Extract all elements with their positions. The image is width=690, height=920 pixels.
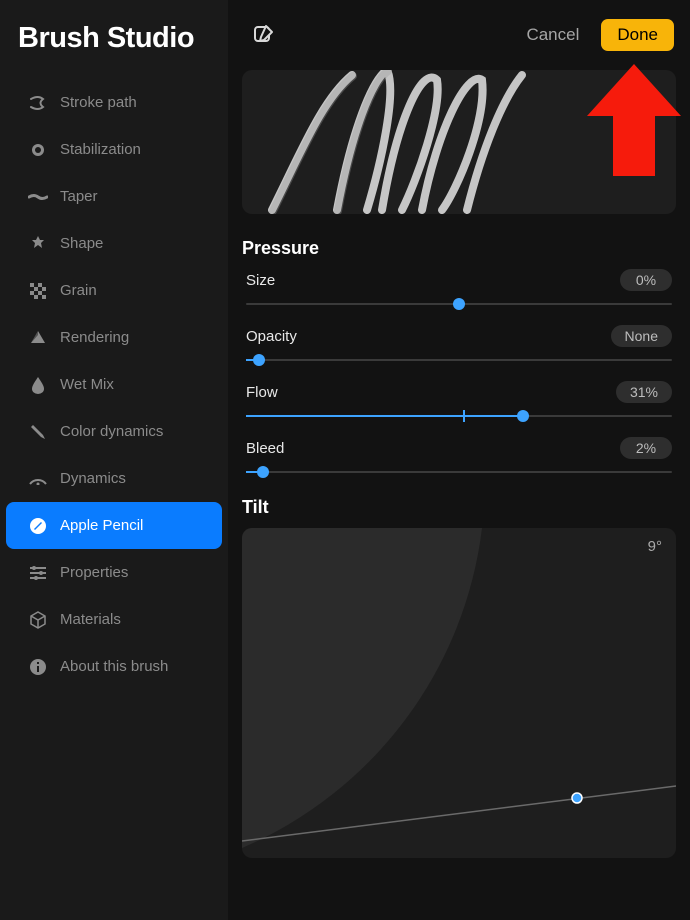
apple-pencil-icon [28, 516, 48, 536]
slider-size[interactable]: Size 0% [242, 269, 676, 305]
sidebar-item-label: Stabilization [60, 141, 141, 158]
slider-value: 0% [620, 269, 672, 291]
tilt-title: Tilt [242, 497, 676, 518]
topbar: Cancel Done [242, 0, 676, 70]
sidebar-item-dynamics[interactable]: Dynamics [6, 455, 222, 502]
stabilization-icon [28, 140, 48, 160]
tilt-graph[interactable]: 9° [242, 528, 676, 858]
main-panel: Cancel Done Pressure Size 0% [228, 0, 690, 920]
wet-mix-icon [28, 375, 48, 395]
sidebar-item-stroke-path[interactable]: Stroke path [6, 79, 222, 126]
sidebar-item-label: About this brush [60, 658, 168, 675]
sidebar-item-label: Color dynamics [60, 423, 163, 440]
sidebar-item-properties[interactable]: Properties [6, 549, 222, 596]
sidebar-item-about[interactable]: About this brush [6, 643, 222, 690]
dynamics-icon [28, 469, 48, 489]
sidebar-item-label: Dynamics [60, 470, 126, 487]
sidebar-item-label: Taper [60, 188, 98, 205]
sidebar-item-color-dynamics[interactable]: Color dynamics [6, 408, 222, 455]
sidebar-item-label: Wet Mix [60, 376, 114, 393]
brush-preview [242, 70, 676, 214]
sidebar-item-label: Apple Pencil [60, 517, 143, 534]
slider-label: Bleed [246, 440, 284, 457]
stroke-path-icon [28, 93, 48, 113]
properties-icon [28, 563, 48, 583]
sidebar: Brush Studio Stroke path Stabilization T… [0, 0, 228, 920]
sidebar-item-wet-mix[interactable]: Wet Mix [6, 361, 222, 408]
sidebar-item-label: Properties [60, 564, 128, 581]
sidebar-item-label: Rendering [60, 329, 129, 346]
slider-label: Size [246, 272, 275, 289]
slider-opacity[interactable]: Opacity None [242, 325, 676, 361]
slider-flow[interactable]: Flow 31% [242, 381, 676, 417]
slider-track[interactable] [246, 359, 672, 361]
sidebar-item-shape[interactable]: Shape [6, 220, 222, 267]
done-button[interactable]: Done [601, 19, 674, 51]
slider-value: 2% [620, 437, 672, 459]
cancel-button[interactable]: Cancel [526, 25, 579, 45]
sidebar-item-apple-pencil[interactable]: Apple Pencil [6, 502, 222, 549]
slider-thumb[interactable] [257, 466, 269, 478]
sidebar-item-label: Shape [60, 235, 103, 252]
color-dynamics-icon [28, 422, 48, 442]
pressure-title: Pressure [242, 238, 676, 259]
sidebar-item-label: Grain [60, 282, 97, 299]
rendering-icon [28, 328, 48, 348]
slider-label: Flow [246, 384, 278, 401]
slider-track[interactable] [246, 471, 672, 473]
app-title: Brush Studio [0, 22, 228, 55]
slider-value: 31% [616, 381, 672, 403]
slider-thumb[interactable] [517, 410, 529, 422]
slider-value: None [611, 325, 672, 347]
slider-thumb[interactable] [253, 354, 265, 366]
taper-icon [28, 187, 48, 207]
sidebar-item-stabilization[interactable]: Stabilization [6, 126, 222, 173]
edit-button[interactable] [252, 24, 274, 46]
sidebar-item-grain[interactable]: Grain [6, 267, 222, 314]
sidebar-item-taper[interactable]: Taper [6, 173, 222, 220]
tilt-value: 9° [648, 538, 662, 555]
slider-bleed[interactable]: Bleed 2% [242, 437, 676, 473]
slider-label: Opacity [246, 328, 297, 345]
slider-thumb[interactable] [453, 298, 465, 310]
slider-track[interactable] [246, 303, 672, 305]
about-icon [28, 657, 48, 677]
sidebar-item-rendering[interactable]: Rendering [6, 314, 222, 361]
shape-icon [28, 234, 48, 254]
slider-track[interactable] [246, 415, 672, 417]
grain-icon [28, 281, 48, 301]
sidebar-item-label: Stroke path [60, 94, 137, 111]
materials-icon [28, 610, 48, 630]
sidebar-item-materials[interactable]: Materials [6, 596, 222, 643]
sidebar-item-label: Materials [60, 611, 121, 628]
